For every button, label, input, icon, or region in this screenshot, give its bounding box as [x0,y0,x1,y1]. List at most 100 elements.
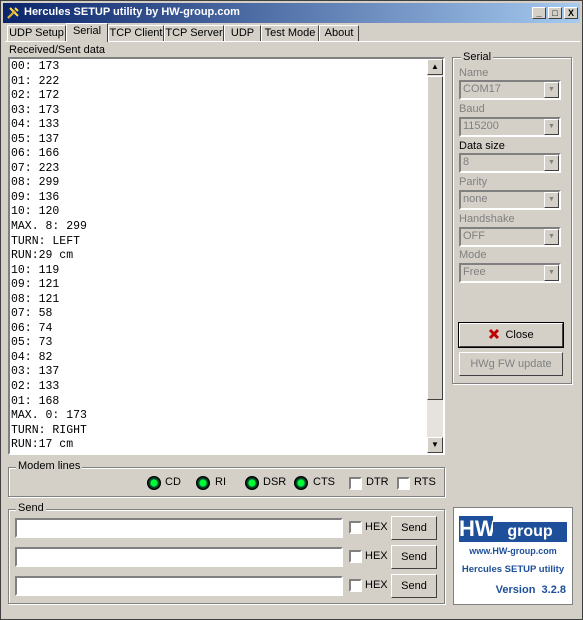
app-window: Hercules SETUP utility by HW-group.com _… [0,0,583,620]
hex-checkbox-2[interactable] [349,550,362,563]
mode-label: Mode [459,249,487,261]
dsr-label: DSR [263,476,287,488]
hex-checkbox-1[interactable] [349,521,362,534]
dtr-label: DTR [366,476,389,488]
terminal-line: 09: 136 [11,190,60,204]
data-size-select[interactable]: 8 ▼ [459,153,561,173]
dtr-checkbox[interactable] [349,477,362,490]
ri-led-icon [196,476,210,490]
tab-udp[interactable]: UDP [224,25,261,41]
terminal-area[interactable]: 00: 173 01: 222 02: 172 03: 173 04: 133 05: 1… [8,57,445,455]
hex-checkbox-3[interactable] [349,579,362,592]
terminal-line: RUN:29 cm [11,249,74,263]
parity-value: none [463,193,488,205]
terminal-scrollbar[interactable]: ▲ ▼ [427,59,443,453]
parity-select[interactable]: none ▼ [459,190,561,210]
chevron-down-icon: ▼ [544,155,559,171]
logo-group: group [493,522,567,542]
terminal-line: MAX. 0: 173 [11,409,87,423]
tab-tcp-server[interactable]: TCP Server [164,25,224,41]
title-bar[interactable]: Hercules SETUP utility by HW-group.com _… [3,3,580,23]
maximize-button[interactable]: □ [548,7,562,19]
scroll-thumb[interactable] [427,76,443,400]
terminal-line: 10: 119 [11,263,60,277]
chevron-down-icon: ▼ [544,192,559,208]
logo-url: www.HW-group.com [469,546,557,556]
ri-label: RI [215,476,226,488]
close-x-icon [489,328,500,340]
baud-select[interactable]: 115200 ▼ [459,117,561,137]
hex-label-3: HEX [365,579,388,591]
cd-label: CD [165,476,181,488]
terminal-line: 00: 173 [11,60,60,73]
tab-serial[interactable]: Serial [66,23,108,42]
send-input-3[interactable] [15,576,343,596]
mode-value: Free [463,266,486,278]
close-window-button[interactable]: X [564,7,578,19]
dsr-led-icon [245,476,259,490]
serial-group-label: Serial [461,51,494,63]
chevron-down-icon: ▼ [544,229,559,245]
window-title: Hercules SETUP utility by HW-group.com [24,6,240,18]
minimize-button[interactable]: _ [532,7,546,19]
chevron-down-icon: ▼ [544,119,559,135]
tab-about[interactable]: About [319,25,359,41]
terminal-line: 08: 121 [11,292,60,306]
handshake-select[interactable]: OFF ▼ [459,227,561,247]
name-value: COM17 [463,83,501,95]
terminal-line: TURN: LEFT [11,234,81,248]
terminal-line: 09: 121 [11,278,60,292]
send-group-label: Send [16,502,46,514]
baud-value: 115200 [463,120,499,132]
terminal-text: 00: 173 01: 222 02: 172 03: 173 04: 133 05: 1… [10,59,443,453]
tab-udp-setup[interactable]: UDP Setup [7,25,66,41]
hwg-fw-update-button[interactable]: HWg FW update [459,352,563,376]
rts-checkbox[interactable] [397,477,410,490]
terminal-line: 05: 73 [11,336,53,350]
name-select[interactable]: COM17 ▼ [459,80,561,100]
terminal-line: 03: 173 [11,103,60,117]
received-sent-label: Received/Sent data [9,44,106,56]
terminal-line: 06: 166 [11,147,60,161]
terminal-line: 06: 74 [11,321,53,335]
terminal-line: 07: 223 [11,161,60,175]
data-size-value: 8 [463,156,470,168]
cts-label: CTS [313,476,335,488]
send-input-1[interactable] [15,518,343,538]
name-label: Name [459,67,489,79]
logo-hw: HW [459,516,496,542]
terminal-line: 03: 137 [11,365,60,379]
close-port-button[interactable]: Close [458,322,564,348]
baud-label: Baud [459,103,485,115]
send-button-3[interactable]: Send [391,574,437,598]
terminal-line: 07: 58 [11,307,53,321]
handshake-value: OFF [463,230,485,242]
tab-tcp-client[interactable]: TCP Client [108,25,164,41]
send-button-2[interactable]: Send [391,545,437,569]
scroll-down-arrow-icon[interactable]: ▼ [427,437,443,453]
terminal-line: 04: 133 [11,118,60,132]
send-button-1[interactable]: Send [391,516,437,540]
modem-lines-label: Modem lines [16,460,83,472]
app-icon [7,7,19,19]
cd-led-icon [147,476,161,490]
terminal-line: 08: 299 [11,176,60,190]
send-input-2[interactable] [15,547,343,567]
tab-test-mode[interactable]: Test Mode [261,25,319,41]
terminal-line: 02: 172 [11,89,60,103]
mode-select[interactable]: Free ▼ [459,263,561,283]
scroll-up-arrow-icon[interactable]: ▲ [427,59,443,75]
terminal-line: 01: 168 [11,394,60,408]
terminal-line: TURN: RIGHT [11,423,87,437]
parity-label: Parity [459,176,488,188]
terminal-line: 04: 82 [11,350,53,364]
handshake-label: Handshake [459,213,515,225]
rts-label: RTS [414,476,436,488]
logo-product: Hercules SETUP utility [461,564,565,575]
terminal-line: 01: 222 [11,74,60,88]
terminal-line: MAX. 8: 299 [11,220,87,234]
chevron-down-icon: ▼ [544,265,559,281]
close-label: Close [505,329,534,341]
terminal-line: 02: 133 [11,380,60,394]
hex-label-2: HEX [365,550,388,562]
